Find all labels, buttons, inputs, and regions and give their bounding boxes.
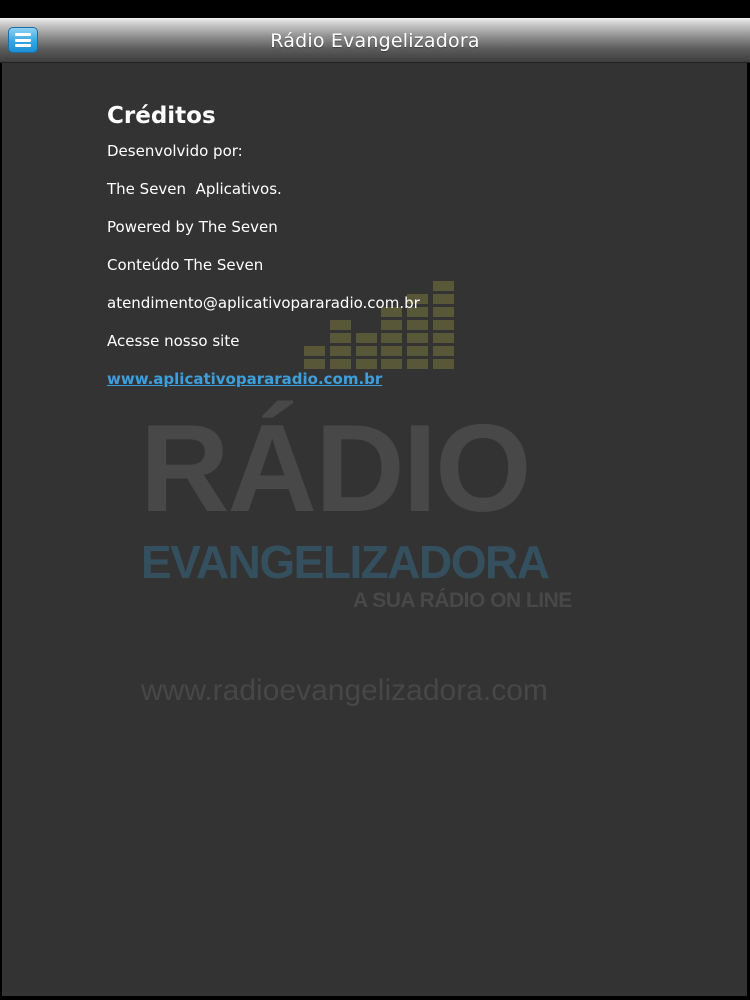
watermark-url: www.radioevangelizadora.com — [141, 674, 548, 707]
page-title: Rádio Evangelizadora — [270, 30, 480, 52]
credit-developer-label: Desenvolvido por: — [107, 142, 243, 160]
navigation-bar: Rádio Evangelizadora — [0, 18, 750, 63]
credit-email: atendimento@aplicativopararadio.com.br — [107, 294, 420, 312]
credits-section: Créditos Desenvolvido por: The Seven Apl… — [107, 101, 667, 389]
website-link[interactable]: www.aplicativopararadio.com.br — [107, 369, 382, 389]
credit-powered-by: Powered by The Seven — [107, 218, 278, 236]
watermark-tagline: A SUA RÁDIO ON LINE — [353, 589, 572, 612]
watermark-name-text: EVANGELIZADORA — [141, 536, 550, 588]
credits-title: Créditos — [107, 103, 216, 129]
credit-developer-name: The Seven Aplicativos. — [107, 180, 282, 198]
app-screen: Rádio Evangelizadora RÁDIO EVANGELIZADOR… — [0, 0, 750, 1000]
credit-content: Conteúdo The Seven — [107, 256, 264, 274]
credit-site-label: Acesse nosso site — [107, 332, 240, 350]
watermark-radio-text: RÁDIO — [140, 400, 532, 538]
status-bar — [0, 0, 750, 18]
credits-content: RÁDIO EVANGELIZADORA A SUA RÁDIO ON LINE… — [2, 63, 747, 996]
